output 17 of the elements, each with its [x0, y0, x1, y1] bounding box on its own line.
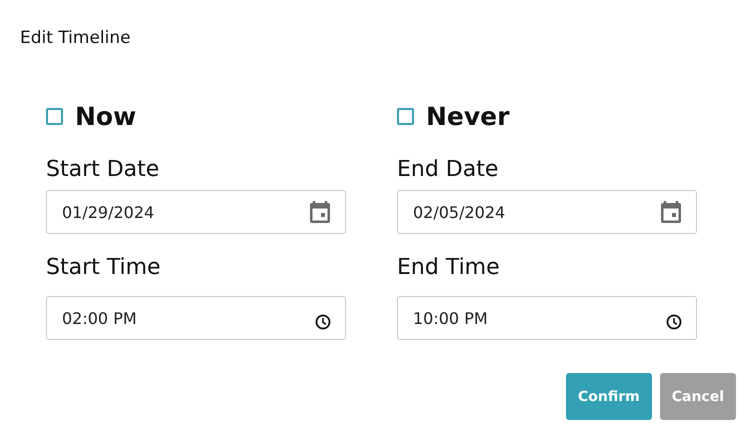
time-field[interactable]: 02:00 PM [46, 296, 346, 340]
field-label: Start Time [46, 254, 162, 282]
checkbox-label: Never [426, 102, 510, 130]
time-field[interactable]: 10:00 PM [397, 296, 697, 340]
date-field[interactable]: 01/29/2024 [46, 190, 346, 234]
field-label: End Date [397, 156, 500, 184]
dialog-title: Edit Timeline [20, 28, 132, 50]
field-label: End Time [397, 254, 501, 282]
calendar-icon[interactable] [309, 200, 331, 224]
date-field[interactable]: 02/05/2024 [397, 190, 697, 234]
checkbox[interactable] [397, 108, 414, 124]
checkbox[interactable] [46, 108, 63, 124]
clock-icon[interactable] [666, 314, 682, 330]
field-label: Start Date [46, 156, 160, 184]
clock-icon[interactable] [315, 314, 331, 330]
checkbox-label: Now [75, 102, 136, 130]
calendar-icon[interactable] [660, 200, 682, 224]
